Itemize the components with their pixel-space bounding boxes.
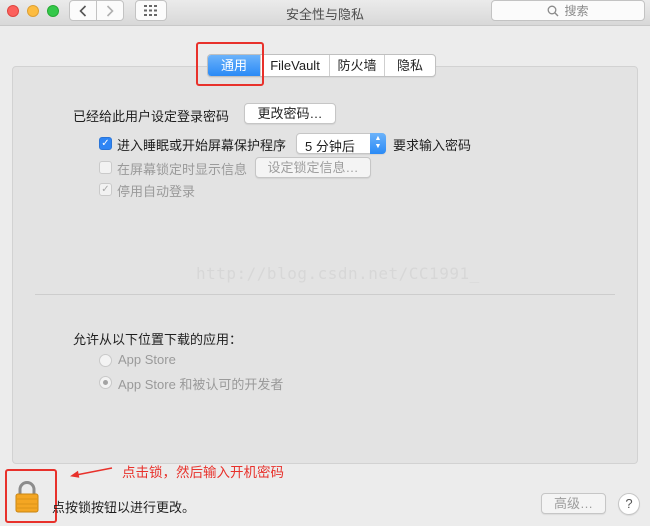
annotation-text: 点击锁，然后输入开机密码: [122, 465, 284, 480]
watermark-text: http://blog.csdn.net/CC1991_: [196, 264, 480, 283]
lock-icon[interactable]: [15, 480, 39, 513]
tab-filevault[interactable]: FileVault: [260, 55, 329, 76]
download-source-heading: 允许从以下位置下载的应用：: [73, 332, 243, 347]
radio-app-store[interactable]: [99, 354, 112, 367]
set-lock-message-button[interactable]: 设定锁定信息…: [255, 157, 371, 178]
lock-instruction-text: 点按锁按钮以进行更改。: [52, 500, 196, 515]
radio-app-store-and-identified-label: App Store 和被认可的开发者: [118, 377, 284, 392]
require-password-suffix: 要求输入密码: [393, 138, 472, 153]
radio-app-store-label: App Store: [118, 352, 176, 367]
lock-message-label: 在屏幕锁定时显示信息: [117, 162, 248, 177]
password-delay-value: 5 分钟后: [305, 139, 355, 154]
search-icon: [548, 5, 559, 16]
password-delay-select[interactable]: 5 分钟后 ▲ ▼: [296, 133, 386, 154]
advanced-button[interactable]: 高级…: [541, 493, 606, 514]
title-bar: 安全性与隐私 搜索: [0, 0, 650, 26]
radio-app-store-and-identified[interactable]: [99, 376, 112, 389]
annotation-tab-highlight: [196, 42, 264, 86]
tab-privacy[interactable]: 隐私: [384, 55, 435, 76]
disable-auto-login-label: 停用自动登录: [117, 184, 196, 199]
change-password-button[interactable]: 更改密码…: [244, 103, 336, 124]
tab-firewall[interactable]: 防火墙: [329, 55, 384, 76]
annotation-arrow-icon: [70, 467, 113, 478]
password-set-label: 已经给此用户设定登录密码: [73, 109, 230, 124]
require-password-checkbox[interactable]: ✓: [99, 137, 112, 150]
help-button[interactable]: ?: [618, 493, 640, 515]
lock-message-checkbox[interactable]: [99, 161, 112, 174]
disable-auto-login-checkbox[interactable]: ✓: [99, 183, 112, 196]
search-placeholder: 搜索: [564, 4, 589, 18]
search-field[interactable]: 搜索: [491, 0, 645, 21]
updown-arrows-icon: ▲ ▼: [370, 133, 386, 154]
section-divider: [35, 294, 615, 295]
require-password-label: 进入睡眠或开始屏幕保护程序: [117, 138, 287, 153]
